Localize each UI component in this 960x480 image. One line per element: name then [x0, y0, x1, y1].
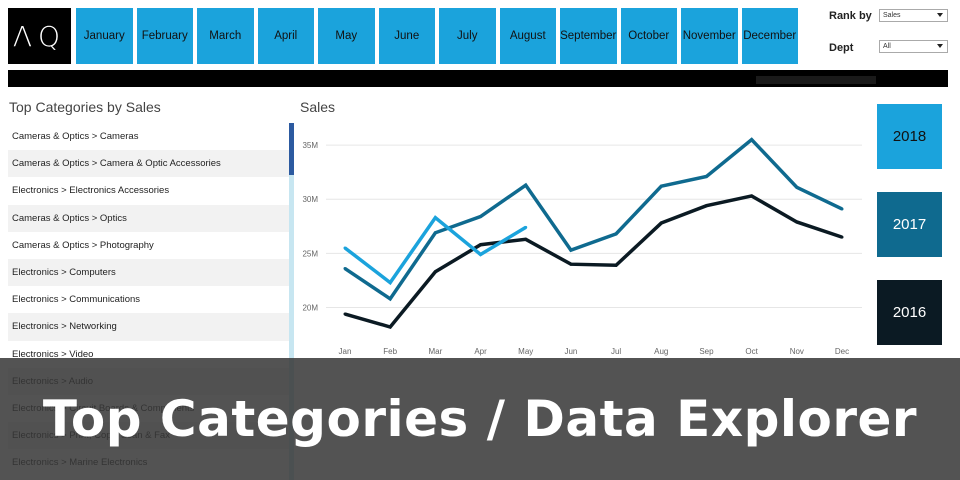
data-point-2018[interactable]	[479, 252, 483, 256]
month-button-june[interactable]: June	[378, 8, 435, 64]
y-tick-label: 35M	[302, 141, 318, 150]
x-tick-label: Aug	[654, 347, 668, 356]
data-point-2016[interactable]	[524, 237, 528, 241]
category-row[interactable]: Electronics > Networking	[8, 313, 290, 341]
data-point-2016[interactable]	[433, 270, 437, 274]
categories-panel-title: Top Categories by Sales	[9, 99, 161, 115]
data-point-2018[interactable]	[433, 216, 437, 220]
banner-title: Top Categories / Data Explorer	[42, 390, 918, 448]
month-button-march[interactable]: March	[197, 8, 254, 64]
chevron-down-icon	[937, 44, 943, 48]
data-point-2016[interactable]	[479, 243, 483, 247]
data-point-2016[interactable]	[388, 325, 392, 329]
y-tick-label: 25M	[302, 249, 318, 258]
category-row[interactable]: Cameras & Optics > Optics	[8, 204, 290, 232]
y-tick-label: 20M	[302, 304, 318, 313]
y-tick-label: 30M	[302, 195, 318, 204]
dept-label: Dept	[829, 42, 854, 54]
rank-by-value: Sales	[883, 12, 901, 19]
month-button-december[interactable]: December	[741, 8, 798, 64]
category-row[interactable]: Electronics > Electronics Accessories	[8, 177, 290, 204]
dept-select[interactable]: All	[879, 40, 948, 53]
year-label: 2017	[892, 216, 927, 233]
x-tick-label: Jun	[564, 347, 577, 356]
data-point-2016[interactable]	[840, 235, 844, 239]
data-point-2017[interactable]	[479, 215, 483, 219]
x-tick-label: May	[518, 347, 533, 356]
data-point-2018[interactable]	[343, 246, 347, 250]
year-2016-button[interactable]: 2016	[877, 280, 942, 345]
x-tick-label: Mar	[428, 347, 442, 356]
month-button-may[interactable]: May	[318, 8, 375, 64]
category-row[interactable]: Cameras & Optics > Cameras	[8, 123, 290, 150]
data-point-2018[interactable]	[388, 281, 392, 285]
category-row[interactable]: Cameras & Optics > Photography	[8, 232, 290, 259]
aq-logo: ΛQ	[8, 8, 71, 64]
category-scrollbar-thumb[interactable]	[289, 123, 294, 175]
month-button-september[interactable]: September	[560, 8, 617, 64]
data-point-2016[interactable]	[343, 312, 347, 316]
header-divider-bar	[8, 70, 948, 87]
year-2017-button[interactable]: 2017	[877, 192, 942, 257]
rank-by-label: Rank by	[829, 10, 872, 22]
year-label: 2018	[892, 128, 927, 145]
month-button-november[interactable]: November	[681, 8, 738, 64]
month-button-august[interactable]: August	[499, 8, 556, 64]
sales-line-chart: 20M 25M 30M 35M Jan Feb Mar Apr May Jun Jul Aug Sep O…	[302, 137, 862, 356]
month-button-february[interactable]: February	[136, 8, 193, 64]
month-button-october[interactable]: October	[620, 8, 677, 64]
x-tick-label: Feb	[383, 347, 397, 356]
chevron-down-icon	[937, 13, 943, 17]
data-point-2017[interactable]	[343, 267, 347, 271]
x-tick-label: Dec	[835, 347, 849, 356]
rank-by-select[interactable]: Sales	[879, 9, 948, 22]
data-point-2017[interactable]	[433, 231, 437, 235]
data-point-2017[interactable]	[659, 184, 663, 188]
month-button-july[interactable]: July	[439, 8, 496, 64]
chart-title: Sales	[300, 99, 336, 115]
series-line-2017[interactable]	[344, 137, 843, 302]
data-point-2017[interactable]	[569, 248, 573, 252]
category-row[interactable]: Electronics > Communications	[8, 286, 290, 313]
title-banner: Top Categories / Data Explorer	[0, 358, 960, 480]
x-tick-label: Sep	[699, 347, 714, 356]
x-tick-label: Jan	[339, 347, 352, 356]
year-2018-button[interactable]: 2018	[877, 104, 942, 169]
x-tick-label: Nov	[790, 347, 804, 356]
year-label: 2016	[892, 304, 927, 321]
month-button-april[interactable]: April	[257, 8, 314, 64]
category-row[interactable]: Electronics > Computers	[8, 258, 290, 287]
bar-marker	[756, 76, 876, 84]
category-row[interactable]: Cameras & Optics > Camera & Optic Access…	[8, 150, 290, 178]
data-point-2017[interactable]	[614, 232, 618, 236]
data-point-2017[interactable]	[795, 185, 799, 189]
data-point-2016[interactable]	[795, 220, 799, 224]
data-point-2016[interactable]	[750, 194, 754, 198]
data-point-2018[interactable]	[524, 225, 528, 229]
data-point-2017[interactable]	[388, 297, 392, 301]
data-point-2016[interactable]	[704, 204, 708, 208]
data-point-2016[interactable]	[614, 263, 618, 267]
x-tick-label: Jul	[611, 347, 621, 356]
data-point-2017[interactable]	[524, 183, 528, 187]
data-point-2016[interactable]	[659, 221, 663, 225]
x-tick-label: Apr	[474, 347, 487, 356]
month-filter-bar: January February March April May June July Augu…	[76, 8, 798, 64]
dept-value: All	[883, 43, 891, 50]
data-point-2016[interactable]	[569, 262, 573, 266]
x-tick-label: Oct	[745, 347, 758, 356]
data-point-2017[interactable]	[840, 207, 844, 211]
month-button-january[interactable]: January	[76, 8, 133, 64]
data-point-2017[interactable]	[750, 138, 754, 142]
data-point-2017[interactable]	[704, 174, 708, 178]
